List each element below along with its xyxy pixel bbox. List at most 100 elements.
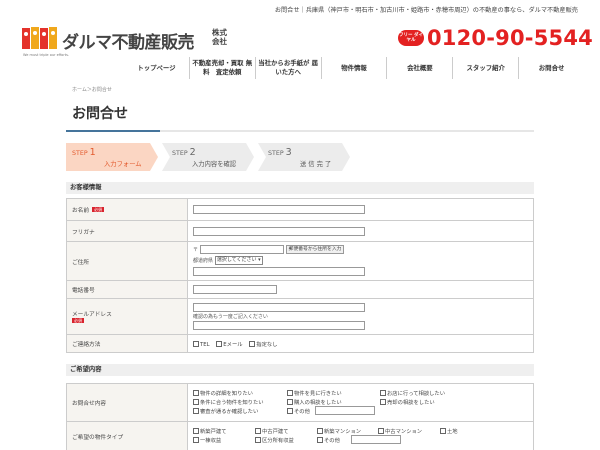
- zip-input[interactable]: [199, 245, 284, 254]
- section-request: ご希望内容: [66, 364, 534, 376]
- inquiry-opt-8[interactable]: その他: [287, 407, 310, 415]
- brand-tagline: We must triple our efforts.: [23, 53, 70, 57]
- inquiry-other-input[interactable]: [315, 405, 375, 415]
- chevron-down-icon: ▾: [258, 257, 261, 263]
- step-3-sub: 送 信 完 了: [300, 161, 332, 168]
- checkbox[interactable]: [380, 389, 386, 396]
- checkbox[interactable]: [317, 427, 323, 434]
- inquiry-opt-2[interactable]: 物件を見に行きたい: [287, 389, 342, 397]
- global-nav: トップページ 不動産売却・買取 無料 査定依頼 当社からお手紙が 届いた方へ 物…: [124, 57, 584, 79]
- checkbox[interactable]: [287, 389, 293, 396]
- inquiry-opt-6[interactable]: 売却の相談をしたい: [380, 398, 435, 406]
- checkbox[interactable]: [193, 389, 199, 396]
- inquiry-opt-7[interactable]: 審査が通るか確認したい: [193, 407, 258, 415]
- checkbox[interactable]: [287, 398, 293, 405]
- customer-info-table: お名前 必須 フリガナ ご住所 〒 郵便番号から住所を入力 都道府県 選択してくだ…: [66, 198, 534, 353]
- free-dial-badge: フリー ダイヤル: [398, 30, 424, 46]
- nav-item-top[interactable]: トップページ: [124, 57, 189, 79]
- title-divider-accent: [66, 130, 160, 132]
- inquiry-opt-5[interactable]: 購入の相談をしたい: [287, 398, 342, 406]
- daruma-logo-icon: [22, 27, 57, 49]
- step-3-label: STEP: [268, 150, 284, 157]
- checkbox[interactable]: [193, 407, 199, 414]
- zip-mark: 〒: [193, 247, 199, 253]
- top-bar: お問合せ｜兵庫県（神戸市・明石市・加古川市・姫路市・赤穂市周辺）の不動産の事なら…: [0, 0, 600, 18]
- step-1-num: 1: [89, 147, 96, 158]
- step-3-num: 3: [285, 147, 292, 158]
- ptype-opt-3[interactable]: 新築マンション: [317, 427, 361, 435]
- ptype-opt-4[interactable]: 中古マンション: [378, 427, 422, 435]
- checkbox[interactable]: [380, 398, 386, 405]
- nav-item-properties[interactable]: 物件情報: [320, 57, 387, 79]
- row-furigana: フリガナ: [66, 220, 534, 242]
- ptype-other-input[interactable]: [351, 434, 401, 444]
- breadcrumb[interactable]: ホーム＞お問合せ: [72, 86, 112, 93]
- inquiry-opt-3[interactable]: お店に行って相談したい: [380, 389, 445, 397]
- label-inquiry: お問合せ内容: [66, 383, 188, 422]
- ptype-opt-2[interactable]: 中古戸建て: [255, 427, 289, 435]
- email-confirm-note: 確認の為もう一度ご記入ください: [193, 313, 268, 320]
- brand-suffix: 株式会社: [212, 28, 227, 46]
- name-input[interactable]: [193, 205, 365, 214]
- checkbox[interactable]: [193, 436, 199, 443]
- section-customer-info: お客様情報: [66, 182, 534, 194]
- checkbox[interactable]: [317, 436, 323, 443]
- row-property-type: ご希望の物件タイプ 新築戸建て 中古戸建て 新築マンション 中古マンション 土地…: [66, 421, 534, 450]
- label-name: お名前 必須: [66, 198, 188, 221]
- phone-number[interactable]: 0120-90-5544: [427, 26, 593, 50]
- checkbox[interactable]: [193, 340, 199, 347]
- row-contact-method: ご連絡方法 TEL Eメール 指定なし: [66, 334, 534, 353]
- checkbox[interactable]: [249, 340, 256, 347]
- nav-item-sell[interactable]: 不動産売却・買取 無料 査定依頼: [188, 57, 255, 79]
- top-bar-text: お問合せ｜兵庫県（神戸市・明石市・加古川市・姫路市・赤穂市周辺）の不動産の事なら…: [274, 7, 578, 14]
- step-2-num: 2: [189, 147, 196, 158]
- step-1-label: STEP: [72, 150, 88, 157]
- checkbox[interactable]: [216, 340, 223, 347]
- nav-item-company[interactable]: 会社概要: [386, 57, 452, 79]
- inquiry-options: 物件の詳細を知りたい 物件を見に行きたい お店に行って相談したい 条件に合う物件…: [188, 385, 533, 421]
- method-email[interactable]: Eメール: [216, 340, 243, 348]
- checkbox[interactable]: [440, 427, 446, 434]
- ptype-opt-6[interactable]: 一棟収益: [193, 436, 221, 444]
- step-indicator: STEP 1 入力フォーム STEP 2 入力内容を確認 STEP 3 送 信 完 了: [66, 143, 356, 171]
- prefecture-select[interactable]: 選択してください ▾: [214, 256, 263, 265]
- ptype-opt-7[interactable]: 区分所有収益: [255, 436, 294, 444]
- ptype-opt-5[interactable]: 土地: [440, 427, 458, 435]
- checkbox[interactable]: [193, 398, 199, 405]
- checkbox[interactable]: [255, 427, 261, 434]
- row-address: ご住所 〒 郵便番号から住所を入力 都道府県 選択してください ▾: [66, 241, 534, 281]
- ptype-opt-1[interactable]: 新築戸建て: [193, 427, 227, 435]
- address-input[interactable]: [193, 267, 365, 276]
- step-2-sub: 入力内容を確認: [192, 161, 237, 168]
- required-badge: 必須: [92, 207, 105, 212]
- required-badge: 必須: [72, 317, 84, 323]
- checkbox[interactable]: [255, 436, 261, 443]
- step-1: STEP 1 入力フォーム: [66, 143, 158, 171]
- row-name: お名前 必須: [66, 198, 534, 221]
- method-tel[interactable]: TEL: [193, 340, 210, 348]
- label-contact-method: ご連絡方法: [66, 334, 188, 353]
- email-input[interactable]: [193, 302, 365, 312]
- request-table: お問合せ内容 物件の詳細を知りたい 物件を見に行きたい お店に行って相談したい …: [66, 383, 534, 450]
- zip-lookup-button[interactable]: 郵便番号から住所を入力: [285, 245, 345, 254]
- checkbox[interactable]: [287, 407, 293, 414]
- row-email: メールアドレス 必須 確認の為もう一度ご記入ください: [66, 298, 534, 335]
- step-2-label: STEP: [172, 150, 188, 157]
- method-none[interactable]: 指定なし: [249, 340, 278, 348]
- nav-item-contact[interactable]: お問合せ: [518, 57, 584, 79]
- checkbox[interactable]: [378, 427, 384, 434]
- label-furigana: フリガナ: [66, 220, 188, 242]
- nav-item-staff[interactable]: スタッフ紹介: [452, 57, 518, 79]
- furigana-input[interactable]: [193, 226, 365, 236]
- label-address: ご住所: [66, 241, 188, 281]
- email-confirm-input[interactable]: [193, 320, 365, 330]
- brand-name: ダルマ不動産販売: [62, 33, 195, 53]
- inquiry-opt-4[interactable]: 条件に合う物件を知りたい: [193, 398, 264, 406]
- phone-input[interactable]: [193, 285, 277, 294]
- inquiry-opt-1[interactable]: 物件の詳細を知りたい: [193, 389, 253, 397]
- property-type-options: 新築戸建て 中古戸建て 新築マンション 中古マンション 土地 一棟収益 区分所有…: [188, 423, 533, 450]
- nav-item-letter[interactable]: 当社からお手紙が 届いた方へ: [254, 57, 321, 79]
- checkbox[interactable]: [193, 427, 199, 434]
- phone-contact[interactable]: フリー ダイヤル 0120-90-5544: [398, 26, 593, 50]
- ptype-opt-8[interactable]: その他: [317, 436, 340, 444]
